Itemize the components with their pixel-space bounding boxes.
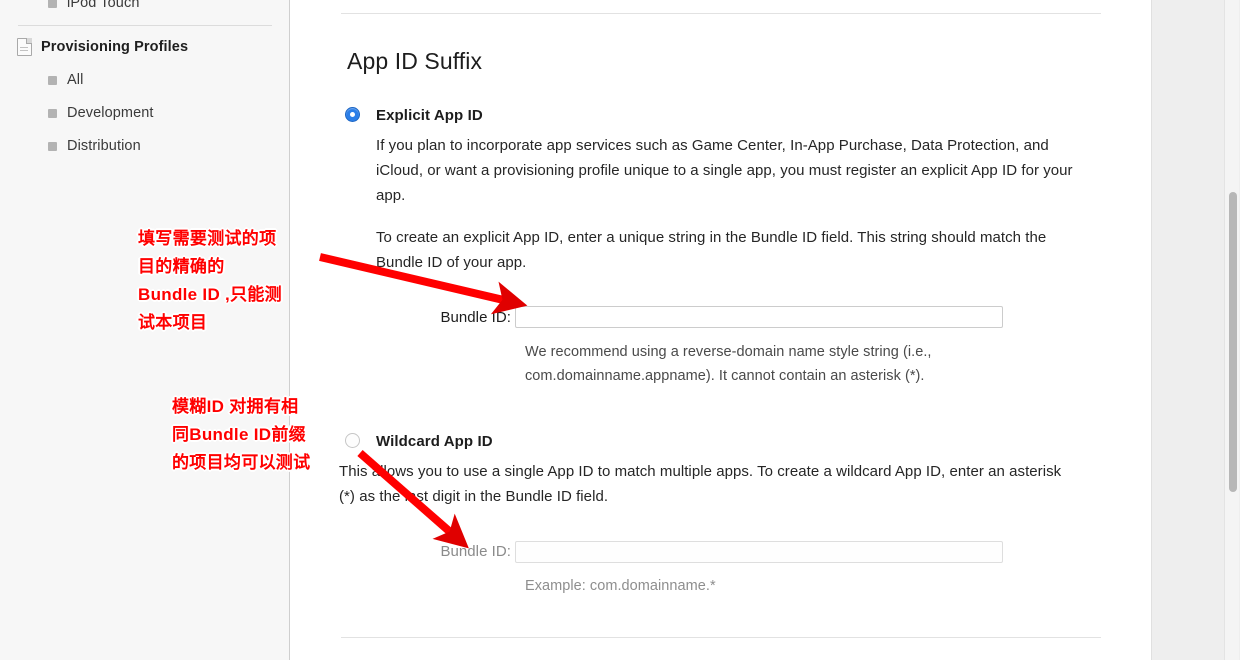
- sidebar-divider: [18, 25, 272, 26]
- radio-explicit-app-id[interactable]: [345, 107, 360, 122]
- wildcard-bundle-id-hint: Example: com.domainname.*: [525, 578, 716, 594]
- bullet-icon: [48, 0, 57, 8]
- sidebar-item-label: Distribution: [67, 138, 141, 154]
- sidebar-item-ipod-touch[interactable]: iPod Touch: [48, 0, 139, 14]
- sidebar-item-development[interactable]: Development: [48, 102, 154, 124]
- annotation-text-explicit: 填写需要测试的项 目的精确的 Bundle ID ,只能测 试本项目: [138, 229, 282, 332]
- vertical-scrollbar-thumb[interactable]: [1229, 192, 1237, 492]
- explicit-paragraph-2: To create an explicit App ID, enter a un…: [376, 229, 1047, 271]
- vertical-scrollbar-track[interactable]: [1224, 0, 1239, 660]
- wildcard-paragraph-1: This allows you to use a single App ID t…: [339, 463, 1062, 505]
- wildcard-bundle-id-label: Bundle ID:: [440, 543, 511, 560]
- explicit-bundle-id-label: Bundle ID:: [440, 309, 511, 326]
- sidebar-item-label: All: [67, 72, 84, 88]
- right-gutter: [1151, 0, 1240, 660]
- explicit-app-id-title: Explicit App ID: [376, 107, 483, 124]
- bullet-icon: [48, 108, 57, 118]
- sidebar-item-all[interactable]: All: [48, 69, 83, 91]
- bottom-divider: [341, 637, 1101, 638]
- main-content: App ID Suffix Explicit App ID If you pla…: [291, 0, 1151, 660]
- sidebar-item-distribution[interactable]: Distribution: [48, 135, 141, 157]
- wildcard-app-id-title: Wildcard App ID: [376, 433, 493, 450]
- annotation-text-wildcard: 模糊ID 对拥有相 同Bundle ID前缀 的项目均可以测试: [172, 397, 311, 472]
- bullet-icon: [48, 75, 57, 85]
- sidebar-item-label: Provisioning Profiles: [41, 39, 189, 55]
- wildcard-bundle-id-input[interactable]: [515, 541, 1003, 563]
- explicit-bundle-id-hint: We recommend using a reverse-domain name…: [525, 344, 932, 384]
- sidebar-item-provisioning-profiles[interactable]: Provisioning Profiles: [17, 36, 188, 58]
- top-divider: [341, 13, 1101, 14]
- document-icon: [17, 38, 32, 56]
- sidebar-item-label: iPod Touch: [67, 0, 140, 11]
- bullet-icon: [48, 141, 57, 151]
- explicit-paragraph-1: If you plan to incorporate app services …: [376, 137, 1073, 204]
- page-title: App ID Suffix: [347, 48, 483, 75]
- explicit-bundle-id-input[interactable]: [515, 306, 1003, 328]
- radio-wildcard-app-id[interactable]: [345, 433, 360, 448]
- app-window: iPod Touch Provisioning Profiles All Dev…: [0, 0, 1240, 660]
- sidebar-item-label: Development: [67, 105, 154, 121]
